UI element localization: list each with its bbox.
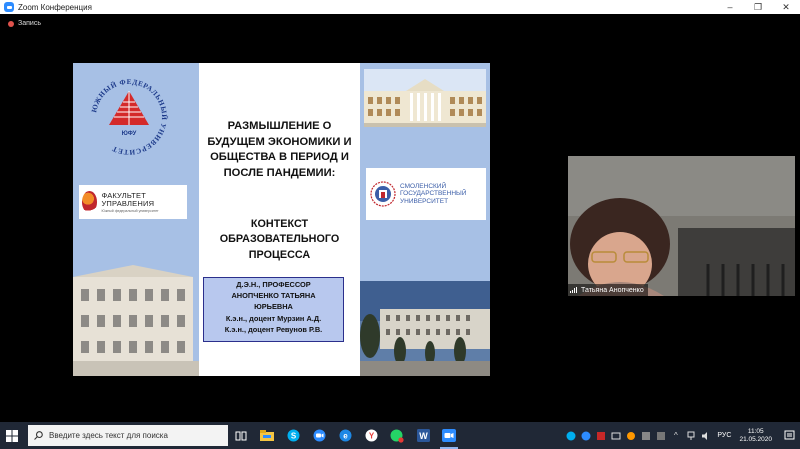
slide-title: РАЗМЫШЛЕНИЕ О БУДУЩЕМ ЭКОНОМИКИ И ОБЩЕСТ… — [207, 120, 352, 179]
author-line: АНОПЧЕНКО ТАТЬЯНА — [231, 291, 316, 301]
svg-text:W: W — [419, 431, 428, 441]
slide-right-panel: СМОЛЕНСКИЙ ГОСУДАРСТВЕННЫЙ УНИВЕРСИТЕТ — [360, 63, 490, 376]
skype-button[interactable]: S — [280, 422, 306, 449]
antivirus-tray-icon[interactable] — [595, 430, 606, 441]
zoom-app-button[interactable] — [306, 422, 332, 449]
network-icon[interactable] — [685, 430, 696, 441]
presentation-slide: ЮЖНЫЙ ФЕДЕРАЛЬНЫЙ УНИВЕРСИТЕТ ЮФУ ФАКУЛЬ… — [73, 63, 490, 376]
faculty-logo: ФАКУЛЬТЕТ УПРАВЛЕНИЯ Южный федеральный у… — [79, 185, 187, 219]
smolensk-logo-line: ГОСУДАРСТВЕННЫЙ — [400, 190, 467, 198]
slide-subtitle: КОНТЕКСТ ОБРАЗОВАТЕЛЬНОГО ПРОЦЕССА — [219, 218, 340, 261]
edge-button[interactable]: e — [332, 422, 358, 449]
volume-icon[interactable] — [700, 430, 711, 441]
authors-box: Д.Э.Н., ПРОФЕССОР АНОПЧЕНКО ТАТЬЯНА ЮРЬЕ… — [203, 277, 344, 342]
window-titlebar: Zoom Конференция – ❐ ✕ — [0, 0, 800, 14]
campus-photo — [360, 281, 490, 376]
taskbar-search-input[interactable]: Введите здесь текст для поиска — [28, 425, 228, 446]
task-view-button[interactable] — [228, 422, 254, 449]
clock-date: 21.05.2020 — [739, 435, 772, 443]
author-line: ЮРЬЕВНА — [254, 302, 293, 312]
sfedu-abbr: ЮФУ — [122, 131, 137, 137]
faculty-logo-main: ФАКУЛЬТЕТ УПРАВЛЕНИЯ — [101, 190, 155, 208]
app-tray-icon[interactable] — [640, 430, 651, 441]
sfedu-seal-logo: ЮЖНЫЙ ФЕДЕРАЛЬНЫЙ УНИВЕРСИТЕТ ЮФУ — [89, 77, 169, 157]
whatsapp-button[interactable] — [384, 422, 410, 449]
app-tray-icon[interactable] — [610, 430, 621, 441]
meeting-stage: Запись ЮЖНЫЙ ФЕДЕРАЛЬНЫЙ УНИВЕРСИТЕТ ЮФУ… — [0, 14, 800, 422]
participant-name: Татьяна Анопченко — [581, 286, 644, 294]
input-language[interactable]: РУС — [717, 432, 731, 439]
recording-indicator[interactable]: Запись — [8, 20, 41, 27]
zoom-active-button[interactable] — [436, 422, 462, 449]
sfedu-emblem-icon: ЮЖНЫЙ ФЕДЕРАЛЬНЫЙ УНИВЕРСИТЕТ ЮФУ — [90, 78, 168, 156]
svg-text:S: S — [290, 432, 296, 441]
smolensk-building-photo — [364, 69, 486, 127]
app-tray-icon[interactable] — [655, 430, 666, 441]
start-button[interactable] — [0, 422, 24, 449]
skype-tray-icon[interactable] — [565, 430, 576, 441]
faculty-logo-sub: Южный федеральный университет — [101, 208, 159, 213]
university-building-photo — [73, 265, 199, 376]
svg-text:Y: Y — [368, 432, 374, 441]
windows-taskbar: Введите здесь текст для поиска S e Y W ^… — [0, 422, 800, 449]
search-icon — [34, 431, 43, 440]
system-tray: ^ РУС 11:05 21.05.2020 — [563, 422, 800, 449]
author-line: К.э.н., доцент Ревунов Р.В. — [224, 324, 323, 334]
close-button[interactable]: ✕ — [772, 2, 800, 13]
restore-button[interactable]: ❐ — [744, 2, 772, 13]
smolensk-logo-line: УНИВЕРСИТЕТ — [400, 197, 449, 205]
search-placeholder: Введите здесь текст для поиска — [49, 431, 168, 440]
zoom-tray-icon[interactable] — [580, 430, 591, 441]
zoom-active-icon — [442, 429, 456, 442]
faculty-emblem-icon — [82, 191, 98, 213]
smolensk-emblem-icon — [370, 181, 396, 207]
notification-icon — [784, 430, 794, 440]
action-center-button[interactable] — [778, 430, 800, 441]
participant-video[interactable]: Татьяна Анопченко — [568, 156, 795, 296]
zoom-logo-icon — [4, 2, 14, 12]
zoom-app-icon — [313, 429, 325, 442]
clock-time: 11:05 — [747, 427, 764, 435]
file-explorer-button[interactable] — [254, 422, 280, 449]
minimize-button[interactable]: – — [716, 2, 744, 12]
word-icon: W — [416, 429, 430, 442]
smolensk-university-logo: СМОЛЕНСКИЙ ГОСУДАРСТВЕННЫЙ УНИВЕРСИТЕТ — [366, 168, 486, 220]
whatsapp-icon — [390, 429, 404, 443]
yandex-button[interactable]: Y — [358, 422, 384, 449]
window-title: Zoom Конференция — [18, 2, 92, 12]
word-button[interactable]: W — [410, 422, 436, 449]
skype-icon: S — [287, 429, 299, 442]
record-dot-icon — [8, 20, 14, 27]
yandex-icon: Y — [365, 429, 377, 442]
participant-camera-feed — [568, 156, 795, 296]
recording-label: Запись — [18, 20, 41, 27]
author-line: Д.Э.Н., ПРОФЕССОР — [236, 280, 311, 289]
app-tray-icon[interactable] — [625, 430, 636, 441]
task-view-icon — [235, 431, 247, 440]
shared-screen: ЮЖНЫЙ ФЕДЕРАЛЬНЫЙ УНИВЕРСИТЕТ ЮФУ ФАКУЛЬ… — [4, 63, 560, 376]
audio-level-icon — [570, 287, 578, 293]
slide-left-panel: ЮЖНЫЙ ФЕДЕРАЛЬНЫЙ УНИВЕРСИТЕТ ЮФУ ФАКУЛЬ… — [73, 63, 199, 376]
show-hidden-icons-icon[interactable]: ^ — [670, 430, 681, 441]
windows-logo-icon — [6, 429, 18, 442]
file-explorer-icon — [260, 430, 274, 441]
edge-icon: e — [339, 429, 351, 442]
author-line: К.э.н., доцент Мурзин А.Д. — [225, 313, 322, 323]
participant-nametag: Татьяна Анопченко — [568, 284, 648, 296]
svg-text:e: e — [343, 432, 348, 441]
taskbar-clock[interactable]: 11:05 21.05.2020 — [739, 428, 772, 444]
